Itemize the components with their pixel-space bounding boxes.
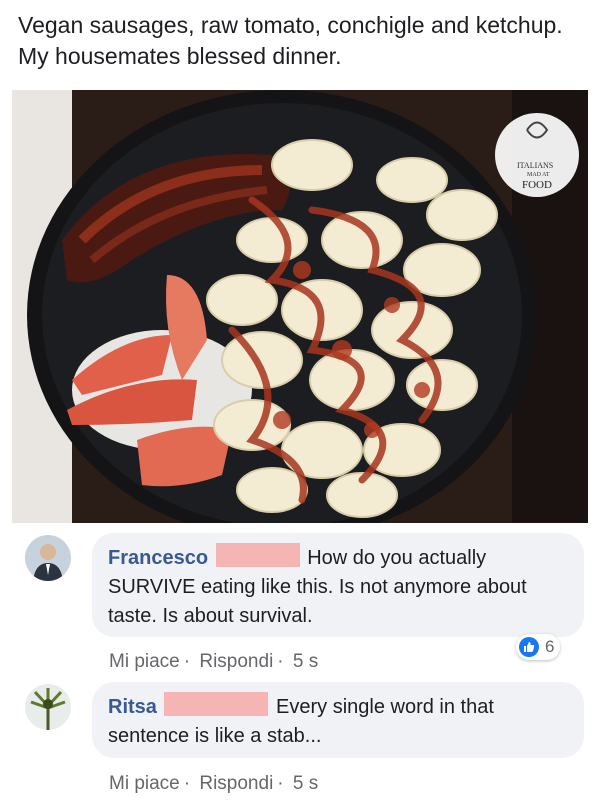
comment-bubble: Francesco How do you actually SURVIVE ea…	[92, 533, 584, 637]
post-caption: Vegan sausages, raw tomato, conchigle an…	[18, 12, 563, 69]
comment-time[interactable]: 5 s	[293, 651, 318, 672]
comment-author[interactable]: Ritsa	[108, 696, 157, 718]
avatar[interactable]	[25, 684, 71, 730]
redacted-name	[164, 692, 269, 716]
comment-bubble: Ritsa Every single word in that sentence…	[92, 682, 584, 758]
reply-button[interactable]: Rispondi	[199, 651, 273, 672]
reaction-number: 6	[545, 637, 555, 656]
comment-actions: Mi piace · Rispondi · 5 s	[109, 651, 319, 672]
like-button[interactable]: Mi piace	[109, 651, 180, 672]
post-photo[interactable]: ITALIANS MAD AT FOOD	[12, 90, 588, 523]
comment-actions: Mi piace · Rispondi · 5 s	[109, 773, 319, 794]
avatar-photo	[25, 684, 71, 730]
avatar[interactable]	[25, 535, 71, 581]
comment-time[interactable]: 5 s	[293, 773, 318, 794]
avatar-photo	[25, 535, 71, 581]
comment-author[interactable]: Francesco	[108, 547, 208, 569]
logo-text-3: FOOD	[522, 179, 552, 191]
reply-button[interactable]: Rispondi	[199, 773, 273, 794]
reaction-count[interactable]: 6	[516, 634, 561, 660]
redacted-name	[215, 543, 300, 567]
thumbs-up-icon	[519, 637, 539, 657]
like-button[interactable]: Mi piace	[109, 773, 180, 794]
logo-text-2: MAD AT	[527, 172, 550, 178]
logo-text-1: ITALIANS	[517, 161, 553, 170]
